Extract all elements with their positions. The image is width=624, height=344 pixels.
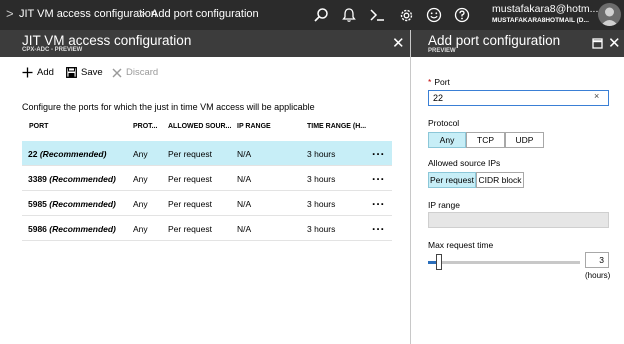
table-row[interactable]: 5986 (Recommended) Any Per request N/A 3… <box>22 216 392 241</box>
time-range-cell: 3 hours <box>307 174 336 184</box>
more-options-icon[interactable]: ... <box>372 219 385 233</box>
blade-header: JIT VM access configuration CPX-ADC - PR… <box>0 30 410 57</box>
smiley-icon[interactable] <box>423 4 445 26</box>
more-options-icon[interactable]: ... <box>372 169 385 183</box>
ip-range-label: IP range <box>428 200 460 210</box>
allowed-source-cell: Per request <box>168 199 212 209</box>
port-cell: 3389 (Recommended) <box>28 174 116 184</box>
add-label: Add <box>37 67 54 78</box>
page-title: JIT VM access configuration <box>22 33 192 48</box>
jit-config-blade: JIT VM access configuration CPX-ADC - PR… <box>0 30 410 344</box>
more-options-icon[interactable]: ... <box>372 194 385 208</box>
avatar[interactable] <box>598 3 621 26</box>
user-name[interactable]: mustafakara8@hotm... <box>492 3 598 15</box>
breadcrumb-separator: > <box>138 6 146 21</box>
user-directory[interactable]: MUSTAFAKARA8HOTMAIL (D... <box>492 17 589 24</box>
port-cell: 5985 (Recommended) <box>28 199 116 209</box>
ip-range-cell: N/A <box>237 174 252 184</box>
protocol-cell: Any <box>133 174 148 184</box>
description-text: Configure the ports for which the just i… <box>22 102 315 112</box>
clear-icon[interactable]: × <box>594 91 599 101</box>
time-range-cell: 3 hours <box>307 199 336 209</box>
close-icon[interactable]: ✕ <box>392 34 405 52</box>
add-button[interactable]: Add <box>22 67 54 78</box>
blade-title: Add port configuration <box>428 33 561 48</box>
allowed-source-cell: Per request <box>168 174 212 184</box>
discard-label: Discard <box>126 67 159 78</box>
hours-unit-label: (hours) <box>585 271 611 280</box>
time-range-cell: 3 hours <box>307 149 336 159</box>
allowed-option-cidr-block[interactable]: CIDR block <box>476 172 524 188</box>
protocol-label: Protocol <box>428 118 460 128</box>
column-header-time-range[interactable]: TIME RANGE (H... <box>307 123 366 130</box>
maximize-icon[interactable] <box>592 36 603 54</box>
protocol-cell: Any <box>133 149 148 159</box>
protocol-option-any[interactable]: Any <box>428 132 466 148</box>
bell-icon[interactable] <box>338 4 360 26</box>
discard-icon <box>112 68 122 77</box>
port-cell: 22 (Recommended) <box>28 149 107 159</box>
protocol-cell: Any <box>133 199 148 209</box>
protocol-cell: Any <box>133 224 148 234</box>
more-options-icon[interactable]: ... <box>372 144 385 158</box>
breadcrumb-add-port[interactable]: Add port configuration <box>151 8 259 20</box>
ip-range-input <box>428 212 609 228</box>
allowed-source-cell: Per request <box>168 149 212 159</box>
command-bar: Add Save Discard <box>0 57 410 87</box>
search-icon[interactable] <box>310 4 332 26</box>
column-header-port[interactable]: PORT <box>29 123 48 130</box>
add-port-blade: Add port configuration PREVIEW ✕ * Port 2… <box>411 30 624 344</box>
allowed-option-per-request[interactable]: Per request <box>428 172 476 188</box>
protocol-option-udp[interactable]: UDP <box>505 132 544 148</box>
allowed-source-label: Allowed source IPs <box>428 158 501 168</box>
save-icon <box>66 67 77 78</box>
save-button[interactable]: Save <box>66 67 103 78</box>
help-icon[interactable] <box>451 4 473 26</box>
max-request-time-slider[interactable] <box>428 261 580 264</box>
port-input[interactable]: 22 <box>428 90 609 106</box>
blade-subtitle: PREVIEW <box>428 48 456 54</box>
cloud-shell-icon[interactable] <box>366 4 388 26</box>
plus-icon <box>22 67 33 78</box>
ip-range-cell: N/A <box>237 199 252 209</box>
top-bar: > JIT VM access configuration > Add port… <box>0 0 624 30</box>
port-label: * Port <box>428 77 450 87</box>
max-request-time-label: Max request time <box>428 240 494 250</box>
port-cell: 5986 (Recommended) <box>28 224 116 234</box>
slider-thumb[interactable] <box>436 254 442 270</box>
slider-fill <box>428 261 436 264</box>
ip-range-cell: N/A <box>237 224 252 234</box>
breadcrumb-separator: > <box>6 6 14 21</box>
discard-button[interactable]: Discard <box>112 67 158 78</box>
breadcrumb-jit-config[interactable]: JIT VM access configuration <box>19 8 157 20</box>
allowed-source-cell: Per request <box>168 224 212 234</box>
max-request-time-input[interactable]: 3 <box>585 252 609 268</box>
time-range-cell: 3 hours <box>307 224 336 234</box>
gear-icon[interactable] <box>395 4 417 26</box>
save-label: Save <box>81 67 103 78</box>
column-header-protocol[interactable]: PROT... <box>133 123 158 130</box>
protocol-option-tcp[interactable]: TCP <box>466 132 505 148</box>
ip-range-cell: N/A <box>237 149 252 159</box>
table-row[interactable]: 5985 (Recommended) Any Per request N/A 3… <box>22 191 392 216</box>
close-icon[interactable]: ✕ <box>608 34 621 52</box>
column-header-ip-range[interactable]: IP RANGE <box>237 123 271 130</box>
column-header-allowed-source[interactable]: ALLOWED SOUR... <box>168 123 231 130</box>
table-row[interactable]: 22 (Recommended) Any Per request N/A 3 h… <box>22 141 392 166</box>
page-subtitle: CPX-ADC - PREVIEW <box>22 47 83 53</box>
required-mark: * <box>428 77 432 87</box>
blade-header: Add port configuration PREVIEW ✕ <box>411 30 624 57</box>
table-row[interactable]: 3389 (Recommended) Any Per request N/A 3… <box>22 166 392 191</box>
